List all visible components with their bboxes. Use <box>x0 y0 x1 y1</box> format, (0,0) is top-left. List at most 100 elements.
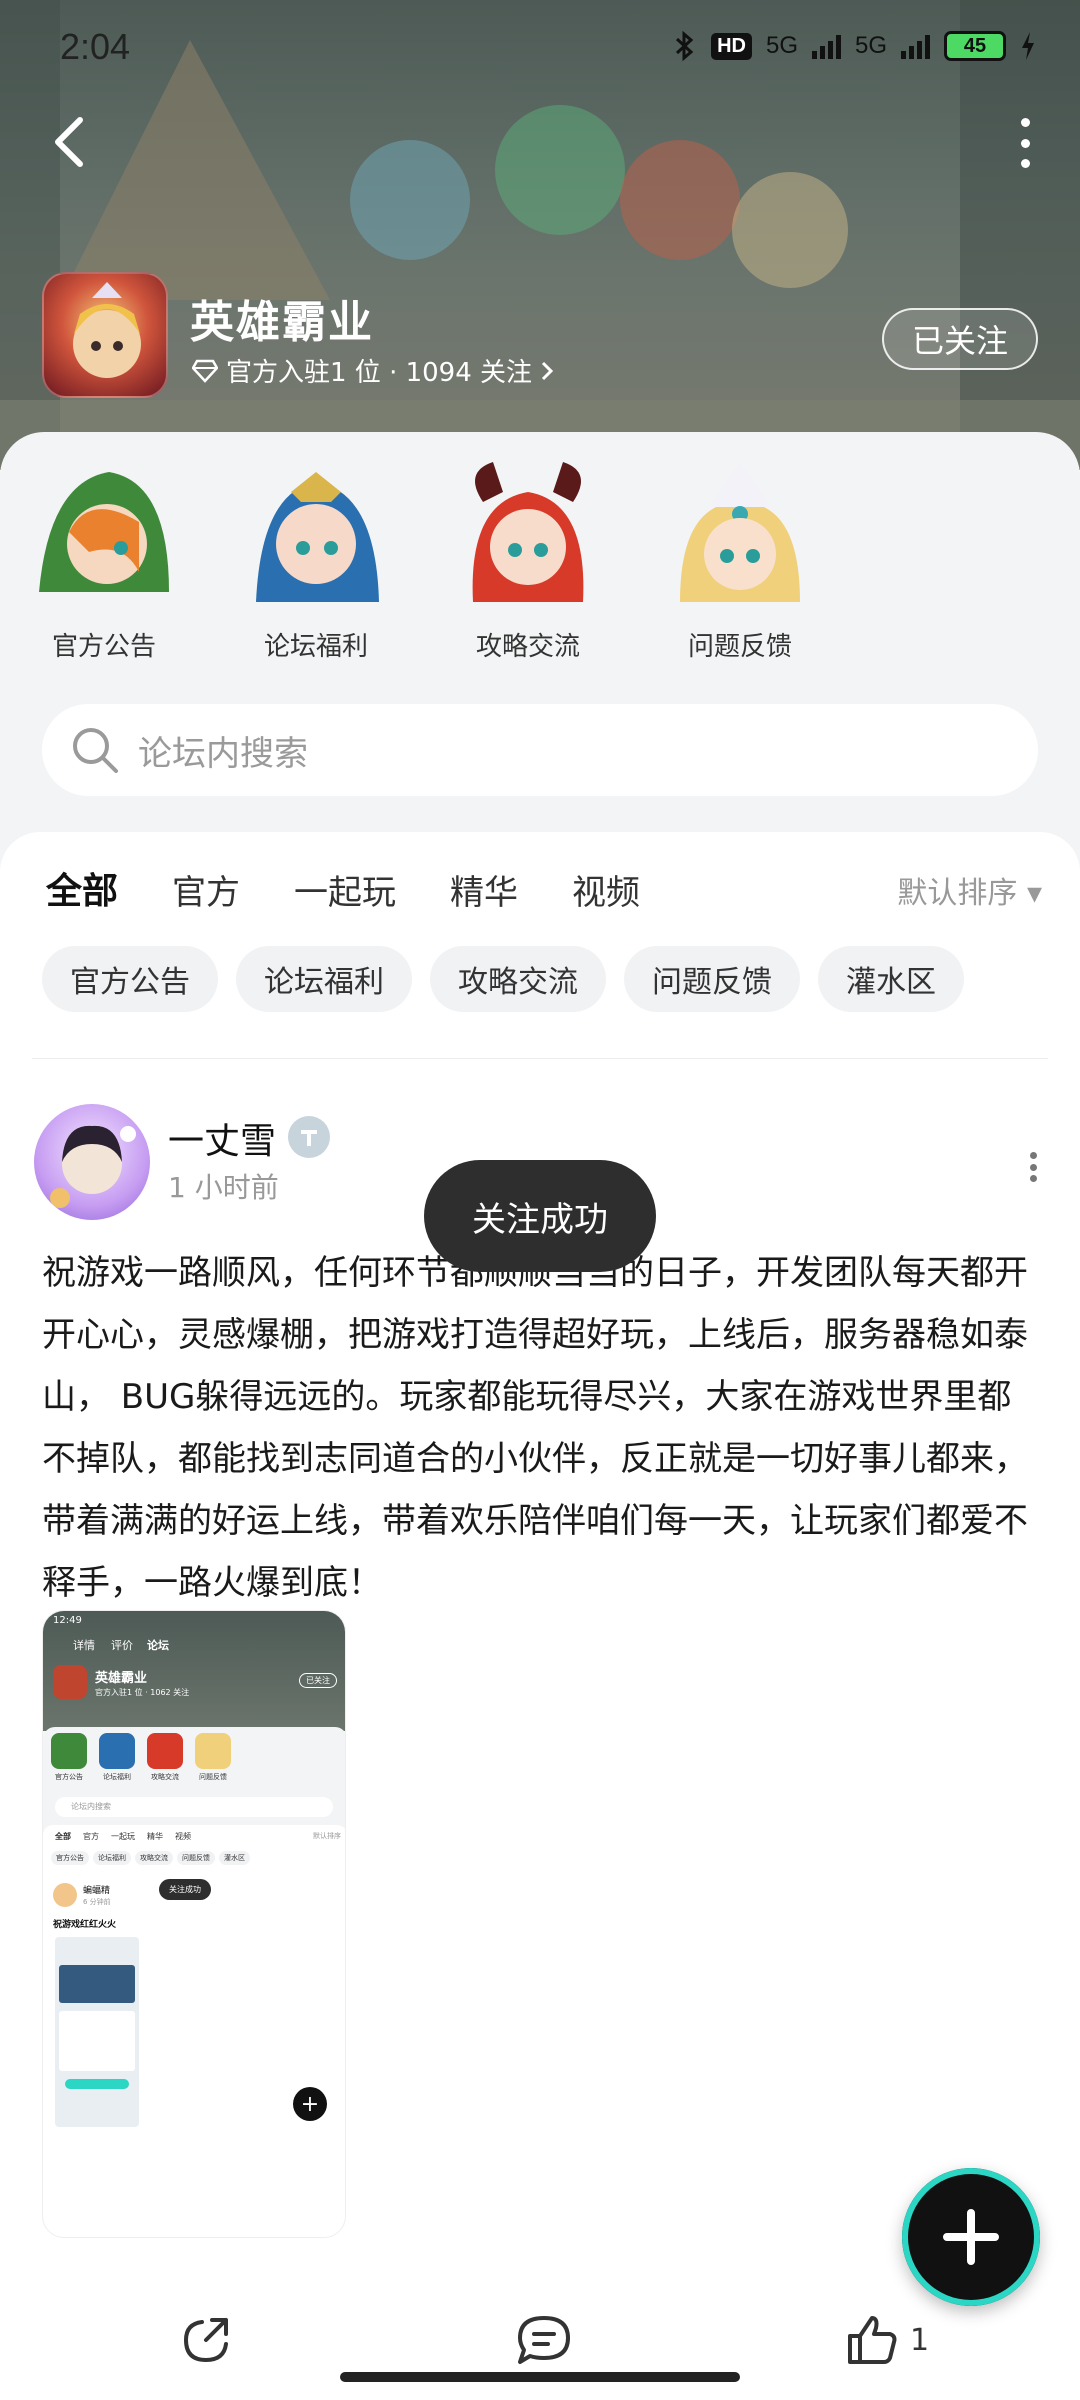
post-body: 祝游戏一路顺风，任何环节都顺顺当当的日子，开发团队每天都开开心心，灵感爆棚，把游… <box>42 1253 1028 1603</box>
tab-play-together[interactable]: 一起玩 <box>294 865 396 914</box>
caret-down-icon: ▾ <box>1026 876 1042 911</box>
search-input[interactable]: 论坛内搜索 <box>42 704 1038 796</box>
network-type-1: 5G <box>765 32 798 59</box>
thumb-tab-detail: 详情 <box>73 1639 95 1652</box>
more-options-button[interactable] <box>1010 118 1040 168</box>
category-avatar-blue <box>241 462 391 612</box>
hd-voice-icon: HD <box>711 32 752 60</box>
charging-icon <box>1022 32 1034 60</box>
thumb-tab-review: 评价 <box>111 1639 133 1652</box>
tab-featured[interactable]: 精华 <box>450 865 518 914</box>
post-more-button[interactable] <box>1030 1152 1040 1182</box>
post-image[interactable]: 12:49 详情 评价 论坛 英雄霸业 官方入驻1 位 · 1062 关注 已关… <box>42 1610 346 2238</box>
category-row: 官方公告 论坛福利 攻略交流 问题反馈 <box>0 462 1080 662</box>
game-title: 英雄霸业 <box>190 297 374 348</box>
create-post-button[interactable] <box>902 2168 1040 2306</box>
signal-icon-2 <box>901 33 930 59</box>
chip-feedback[interactable]: 问题反馈 <box>624 946 800 1012</box>
thumb-post-time: 6 分钟前 <box>83 1898 111 1906</box>
thumb-chip: 攻略交流 <box>135 1851 173 1865</box>
thumb-toast: 关注成功 <box>159 1879 211 1900</box>
category-avatar-green <box>29 462 179 612</box>
comment-icon <box>518 2316 570 2364</box>
category-feedback[interactable]: 问题反馈 <box>660 462 820 663</box>
thumb-nested-image <box>55 1937 139 2127</box>
sort-dropdown[interactable]: 默认排序 ▾ <box>897 868 1042 912</box>
thumb-fab: + <box>293 2087 327 2121</box>
share-button[interactable] <box>180 2314 232 2366</box>
network-type-2: 5G <box>854 32 887 59</box>
category-label: 官方公告 <box>51 632 156 662</box>
thumb-cat-label: 攻略交流 <box>151 1773 179 1781</box>
category-label: 论坛福利 <box>263 632 368 662</box>
sort-label: 默认排序 <box>897 876 1018 911</box>
thumb-chip: 论坛福利 <box>93 1851 131 1865</box>
battery-icon: 45 <box>944 31 1006 61</box>
thumbs-up-icon <box>848 2316 897 2364</box>
category-official-announcement[interactable]: 官方公告 <box>24 462 184 663</box>
chip-strategy-exchange[interactable]: 攻略交流 <box>430 946 606 1012</box>
thumb-author: 蝙蝠精 <box>83 1886 111 1896</box>
thumb-chip: 官方公告 <box>51 1851 89 1865</box>
game-icon[interactable] <box>42 272 168 398</box>
post-action-bar: 1 <box>0 2300 1080 2400</box>
signal-icon-1 <box>811 33 841 59</box>
back-button[interactable] <box>46 112 92 172</box>
chip-row: 官方公告 论坛福利 攻略交流 问题反馈 灌水区 <box>42 946 964 1012</box>
thumb-tab-forum: 论坛 <box>147 1639 169 1652</box>
plus-icon <box>943 2209 999 2265</box>
tab-video[interactable]: 视频 <box>572 865 640 914</box>
game-meta-link[interactable]: 官方入驻1 位 · 1094 关注 <box>192 352 554 389</box>
thumb-tab: 全部 <box>55 1832 71 1841</box>
thumb-sort: 默认排序 <box>313 1832 341 1840</box>
thumb-chip: 灌水区 <box>219 1851 250 1865</box>
status-bar: 2:04 HD 5G 5G 45 <box>0 0 1080 96</box>
thumb-time: 12:49 <box>53 1615 82 1626</box>
follow-button[interactable]: 已关注 <box>882 308 1038 370</box>
author-name[interactable]: 一丈雪 <box>168 1112 276 1164</box>
thumb-banner: 12:49 详情 评价 论坛 英雄霸业 官方入驻1 位 · 1062 关注 已关… <box>43 1611 345 1731</box>
feed-tabs: 全部 官方 一起玩 精华 视频 <box>46 862 640 918</box>
avatar[interactable] <box>34 1104 150 1220</box>
chip-chat-area[interactable]: 灌水区 <box>818 946 964 1012</box>
thumb-search: 论坛内搜索 <box>55 1797 333 1817</box>
diamond-icon <box>192 359 218 383</box>
thumb-chip: 问题反馈 <box>177 1851 215 1865</box>
header-banner: 2:04 HD 5G 5G 45 英雄霸业 官方入驻1 位 · 1094 关注 … <box>0 0 1080 470</box>
category-forum-welfare[interactable]: 论坛福利 <box>236 462 396 663</box>
thumb-post-title: 祝游戏红红火火 <box>53 1920 117 1930</box>
thumb-tab: 视频 <box>175 1832 191 1841</box>
tab-official[interactable]: 官方 <box>172 865 240 914</box>
status-time: 2:04 <box>60 26 131 67</box>
chevron-right-icon <box>541 361 554 380</box>
thumb-cat-label: 论坛福利 <box>103 1773 131 1781</box>
thumb-game-meta: 官方入驻1 位 · 1062 关注 <box>95 1688 190 1697</box>
thumb-tab: 官方 <box>83 1832 99 1841</box>
thumb-game-title: 英雄霸业 <box>95 1671 148 1686</box>
comment-button[interactable] <box>516 2314 572 2366</box>
share-icon <box>183 2318 228 2363</box>
post-time: 1 小时前 <box>168 1171 279 1204</box>
category-avatar-blonde <box>665 462 815 612</box>
search-icon <box>73 728 118 773</box>
game-meta-text: 官方入驻1 位 · 1094 关注 <box>226 358 533 388</box>
like-button[interactable]: 1 <box>846 2314 929 2366</box>
search-placeholder: 论坛内搜索 <box>138 733 308 774</box>
thumb-follow-button: 已关注 <box>299 1673 337 1688</box>
chip-forum-welfare[interactable]: 论坛福利 <box>236 946 412 1012</box>
toast: 关注成功 <box>424 1160 656 1272</box>
chip-official-announcement[interactable]: 官方公告 <box>42 946 218 1012</box>
category-strategy-exchange[interactable]: 攻略交流 <box>448 462 608 663</box>
thumb-cat-label: 官方公告 <box>55 1773 83 1781</box>
category-avatar-red <box>453 462 603 612</box>
thumb-avatar <box>53 1883 77 1907</box>
thumb-cat-label: 问题反馈 <box>199 1773 227 1781</box>
home-indicator[interactable] <box>340 2372 740 2382</box>
divider <box>32 1058 1048 1059</box>
thumb-tab: 精华 <box>147 1832 163 1841</box>
thumb-tab: 一起玩 <box>111 1832 135 1841</box>
bluetooth-icon <box>676 30 694 62</box>
tab-all[interactable]: 全部 <box>46 862 118 918</box>
category-label: 攻略交流 <box>475 632 580 662</box>
like-count: 1 <box>910 2322 930 2358</box>
